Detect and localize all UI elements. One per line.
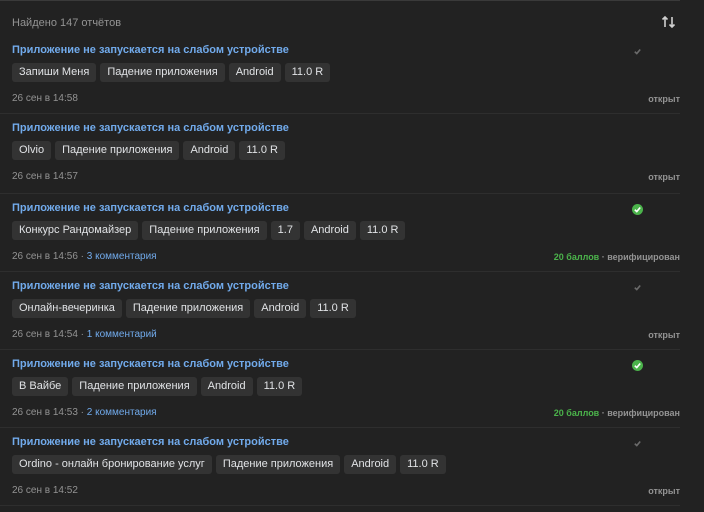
- report-title[interactable]: Приложение не запускается на слабом устр…: [12, 202, 289, 214]
- tag-list: В Вайбе Падение приложения Android 11.0 R: [12, 377, 303, 396]
- meta-separator: ·: [77, 251, 87, 262]
- report-date: 26 сен в 14:52: [12, 485, 78, 496]
- meta-separator: ·: [77, 407, 87, 418]
- tag-list: Olvio Падение приложения Android 11.0 R: [12, 141, 285, 160]
- tag[interactable]: Android: [183, 141, 236, 160]
- comments-link[interactable]: 1 комментарий: [87, 329, 157, 340]
- status-label: открыт: [648, 94, 680, 104]
- tag[interactable]: Падение приложения: [142, 221, 267, 240]
- report-meta: 26 сен в 14:58: [12, 93, 78, 104]
- points-badge: 20 баллов: [553, 408, 600, 418]
- tag[interactable]: Конкурс Рандомайзер: [12, 221, 139, 240]
- tag-list: Онлайн-вечеринка Падение приложения Androi…: [12, 299, 356, 318]
- meta-separator: ·: [77, 329, 87, 340]
- tag[interactable]: 11.0 R: [256, 377, 303, 396]
- status-label: открыт: [648, 172, 680, 182]
- tag[interactable]: Android: [303, 221, 356, 240]
- tag[interactable]: 11.0 R: [310, 299, 356, 318]
- points-badge: 20 баллов: [553, 252, 600, 262]
- report-title[interactable]: Приложение не запускается на слабом устр…: [12, 122, 289, 134]
- report-status: открыт: [648, 330, 680, 340]
- report-title[interactable]: Приложение не запускается на слабом устр…: [12, 436, 289, 448]
- report-status: открыт: [648, 172, 680, 182]
- tag[interactable]: Падение приложения: [100, 63, 225, 82]
- check-icon: [632, 282, 643, 293]
- report-status: открыт: [648, 94, 680, 104]
- report-item: Приложение не запускается на слабом устр…: [0, 272, 680, 350]
- report-item: Приложение не запускается на слабом устр…: [0, 428, 680, 506]
- report-date: 26 сен в 14:54: [12, 329, 78, 340]
- tag[interactable]: 11.0 R: [239, 141, 285, 160]
- status-label: верифицирован: [607, 408, 680, 418]
- report-status: 20 баллов · верифицирован: [554, 408, 680, 418]
- report-title[interactable]: Приложение не запускается на слабом устр…: [12, 44, 289, 56]
- report-date: 26 сен в 14:58: [12, 93, 78, 104]
- tag[interactable]: В Вайбе: [12, 377, 69, 396]
- tag[interactable]: Падение приложения: [72, 377, 197, 396]
- comments-link[interactable]: 3 комментария: [87, 251, 157, 262]
- tag-list: Конкурс Рандомайзер Падение приложения 1.7…: [12, 221, 406, 240]
- check-icon: [632, 46, 643, 57]
- report-meta: 26 сен в 14:52: [12, 485, 78, 496]
- tag-list: Запиши Меня Падение приложения Android 11.0…: [12, 63, 331, 82]
- report-title[interactable]: Приложение не запускается на слабом устр…: [12, 280, 289, 292]
- report-item: Приложение не запускается на слабом устр…: [0, 114, 680, 194]
- report-status: 20 баллов · верифицирован: [554, 252, 680, 262]
- report-date: 26 сен в 14:56: [12, 251, 78, 262]
- check-icon: [632, 360, 643, 371]
- report-meta: 26 сен в 14:53 · 2 комментария: [12, 407, 157, 418]
- top-divider: [0, 0, 680, 1]
- tag[interactable]: Ordino - онлайн бронирование услуг: [12, 455, 212, 474]
- tag[interactable]: 1.7: [270, 221, 300, 240]
- tag[interactable]: Android: [200, 377, 253, 396]
- comments-link[interactable]: 2 комментария: [87, 407, 157, 418]
- tag[interactable]: Запиши Меня: [12, 63, 97, 82]
- tag[interactable]: Онлайн-вечеринка: [12, 299, 122, 318]
- tag[interactable]: Android: [254, 299, 307, 318]
- results-count: Найдено 147 отчётов: [12, 17, 122, 29]
- report-meta: 26 сен в 14:56 · 3 комментария: [12, 251, 157, 262]
- tag[interactable]: 11.0 R: [284, 63, 331, 82]
- check-icon: [632, 204, 643, 215]
- report-meta: 26 сен в 14:57: [12, 171, 78, 182]
- report-item: Приложение не запускается на слабом устр…: [0, 36, 680, 114]
- report-list: Приложение не запускается на слабом устр…: [0, 36, 704, 506]
- tag[interactable]: Падение приложения: [215, 455, 341, 474]
- report-item: Приложение не запускается на слабом устр…: [0, 194, 680, 272]
- report-date: 26 сен в 14:53: [12, 407, 78, 418]
- report-meta: 26 сен в 14:54 · 1 комментарий: [12, 329, 157, 340]
- status-label: открыт: [648, 330, 680, 340]
- tag[interactable]: Падение приложения: [55, 141, 180, 160]
- tag[interactable]: Падение приложения: [125, 299, 251, 318]
- report-status: открыт: [648, 486, 680, 496]
- tag[interactable]: Android: [344, 455, 397, 474]
- tag-list: Ordino - онлайн бронирование услуг Падени…: [12, 455, 446, 474]
- sort-arrows-icon[interactable]: [660, 14, 678, 30]
- list-header: Найдено 147 отчётов: [12, 10, 680, 36]
- status-label: верифицирован: [607, 252, 680, 262]
- report-item: Приложение не запускается на слабом устр…: [0, 350, 680, 428]
- status-label: открыт: [648, 486, 680, 496]
- tag[interactable]: Olvio: [12, 141, 52, 160]
- tag[interactable]: 11.0 R: [400, 455, 446, 474]
- report-date: 26 сен в 14:57: [12, 171, 78, 182]
- report-title[interactable]: Приложение не запускается на слабом устр…: [12, 358, 289, 370]
- check-icon: [632, 438, 643, 449]
- tag[interactable]: Android: [228, 63, 281, 82]
- tag[interactable]: 11.0 R: [359, 221, 406, 240]
